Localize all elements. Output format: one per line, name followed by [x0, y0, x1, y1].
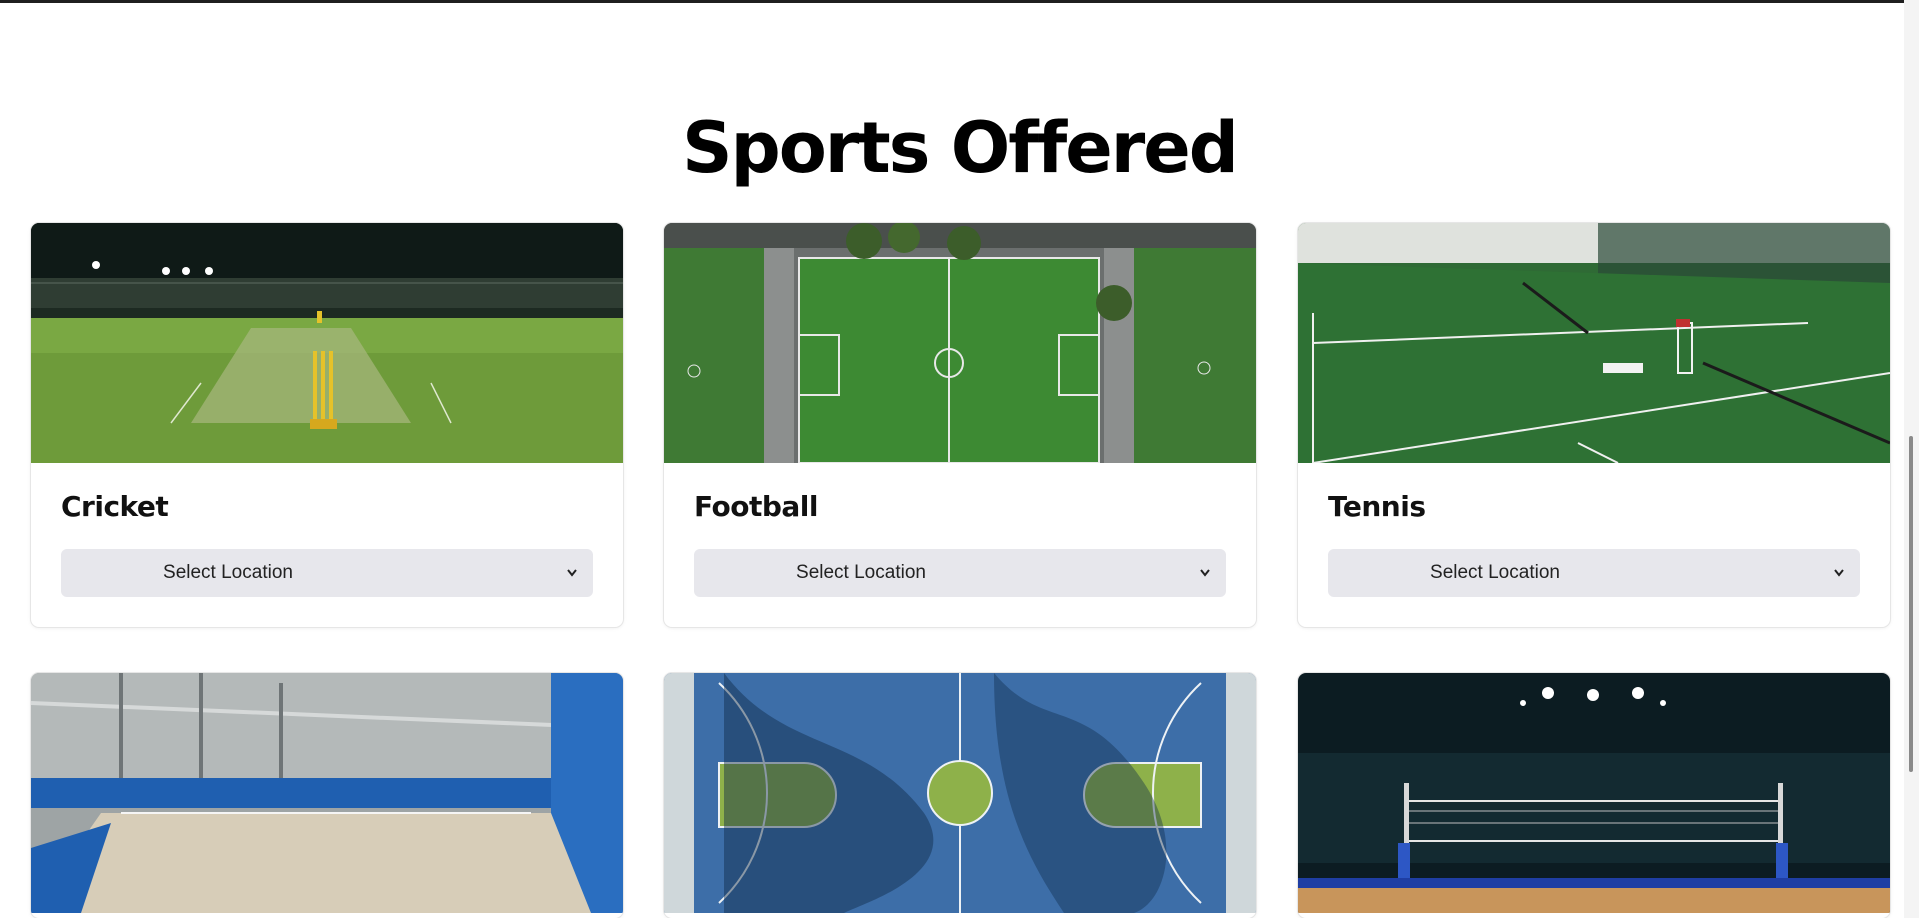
sport-title: Cricket [61, 490, 169, 523]
basketball-court-image [664, 673, 1256, 913]
location-select-value: Select Location [163, 562, 293, 583]
location-select-value: Select Location [1430, 562, 1560, 583]
chevron-down-icon [1196, 549, 1214, 597]
page-title: Sports Offered [682, 107, 1239, 189]
sport-card-volleyball [1298, 673, 1890, 918]
sport-card-badminton [31, 673, 623, 918]
sport-card-basketball [664, 673, 1256, 918]
chevron-down-icon [563, 549, 581, 597]
top-border [0, 0, 1919, 3]
sport-title: Football [694, 490, 818, 523]
sport-card-tennis: Tennis Select Location [1298, 223, 1890, 627]
location-select[interactable]: Select Location [1328, 549, 1860, 597]
scrollbar-thumb[interactable] [1909, 436, 1913, 772]
location-select[interactable]: Select Location [694, 549, 1226, 597]
volleyball-court-image [1298, 673, 1890, 913]
sport-card-football: Football Select Location [664, 223, 1256, 627]
page-scrollbar[interactable] [1904, 0, 1919, 918]
location-select-value: Select Location [796, 562, 926, 583]
chevron-down-icon [1830, 549, 1848, 597]
badminton-court-image [31, 673, 623, 913]
football-field-image [664, 223, 1256, 463]
sport-card-cricket: Cricket Select Location [31, 223, 623, 627]
tennis-court-image [1298, 223, 1890, 463]
cricket-ground-image [31, 223, 623, 463]
sport-title: Tennis [1328, 490, 1426, 523]
location-select[interactable]: Select Location [61, 549, 593, 597]
